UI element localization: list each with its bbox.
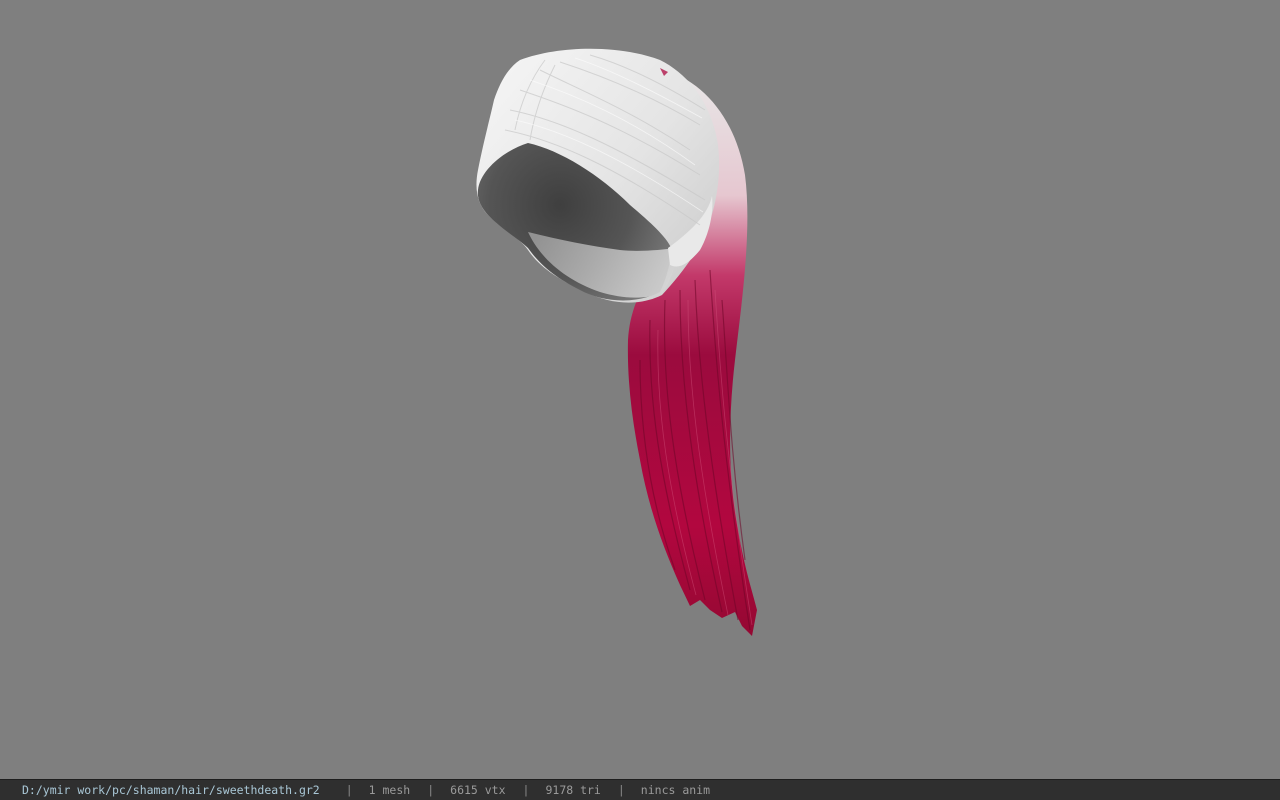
separator: | (345, 783, 353, 797)
separator: | (617, 783, 625, 797)
3d-viewport[interactable] (0, 0, 1280, 779)
file-path: D:/ymir work/pc/shaman/hair/sweethdeath.… (22, 783, 320, 797)
separator: | (427, 783, 435, 797)
hair-cap (476, 48, 720, 303)
hair-model (476, 48, 757, 636)
triangle-count: 9178 tri (545, 783, 601, 797)
anim-status: nincs anim (640, 783, 711, 797)
separator: | (522, 783, 530, 797)
status-bar: D:/ymir work/pc/shaman/hair/sweethdeath.… (0, 779, 1280, 800)
mesh-count: 1 mesh (368, 783, 411, 797)
vertex-count: 6615 vtx (450, 783, 506, 797)
